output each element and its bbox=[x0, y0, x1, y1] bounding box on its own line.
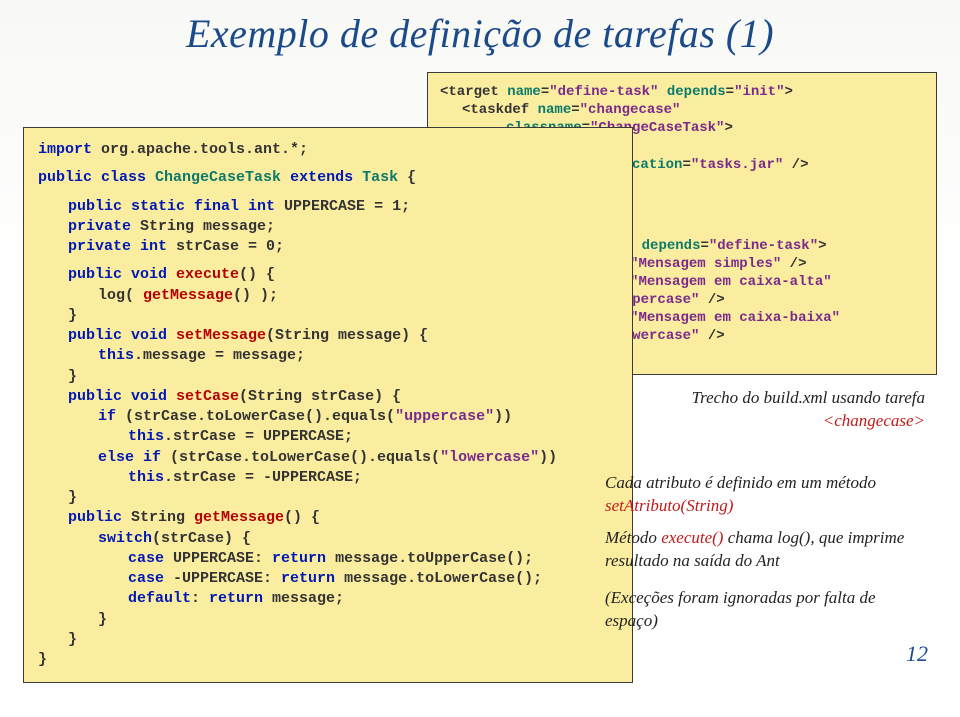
code-line: <target name="define-task" depends="init… bbox=[440, 83, 924, 101]
slide-title: Exemplo de definição de tarefas (1) bbox=[20, 10, 940, 57]
code-line: } bbox=[38, 367, 618, 387]
spacer bbox=[38, 189, 618, 197]
code-line: public class ChangeCaseTask extends Task… bbox=[38, 168, 618, 188]
code-line: this.message = message; bbox=[38, 346, 618, 366]
code-line: this.strCase = UPPERCASE; bbox=[38, 427, 618, 447]
code-line: switch(strCase) { bbox=[38, 529, 618, 549]
code-line: this.strCase = -UPPERCASE; bbox=[38, 468, 618, 488]
code-line: private String message; bbox=[38, 217, 618, 237]
code-line: <taskdef name="changecase" bbox=[440, 101, 924, 119]
code-line: } bbox=[38, 630, 618, 650]
java-code-block: import org.apache.tools.ant.*; public cl… bbox=[23, 127, 633, 683]
code-line: } bbox=[38, 488, 618, 508]
spacer bbox=[38, 160, 618, 168]
code-line: else if (strCase.toLowerCase().equals("l… bbox=[38, 448, 618, 468]
slide-container: Exemplo de definição de tarefas (1) <tar… bbox=[0, 0, 960, 717]
code-line: public void setCase(String strCase) { bbox=[38, 387, 618, 407]
annotation-trecho: Trecho do build.xml usando tarefa <chang… bbox=[625, 387, 925, 433]
code-line: private int strCase = 0; bbox=[38, 237, 618, 257]
code-line: if (strCase.toLowerCase().equals("upperc… bbox=[38, 407, 618, 427]
annotation-exception: (Exceções foram ignoradas por falta de e… bbox=[605, 587, 925, 633]
code-line: case -UPPERCASE: return message.toLowerC… bbox=[38, 569, 618, 589]
code-line: log( getMessage() ); bbox=[38, 286, 618, 306]
annotation-atributo: Cada atributo é definido em um método se… bbox=[605, 472, 925, 518]
code-line: } bbox=[38, 650, 618, 670]
code-line: public static final int UPPERCASE = 1; bbox=[38, 197, 618, 217]
code-line: default: return message; bbox=[38, 589, 618, 609]
content-area: <target name="define-task" depends="init… bbox=[20, 72, 940, 672]
code-line: import org.apache.tools.ant.*; bbox=[38, 140, 618, 160]
spacer bbox=[38, 257, 618, 265]
code-line: } bbox=[38, 610, 618, 630]
code-line: public void setMessage(String message) { bbox=[38, 326, 618, 346]
code-line: public void execute() { bbox=[38, 265, 618, 285]
code-line: case UPPERCASE: return message.toUpperCa… bbox=[38, 549, 618, 569]
code-line: public String getMessage() { bbox=[38, 508, 618, 528]
page-number: 12 bbox=[906, 641, 928, 667]
annotation-execute: Método execute() chama log(), que imprim… bbox=[605, 527, 925, 573]
code-line: } bbox=[38, 306, 618, 326]
